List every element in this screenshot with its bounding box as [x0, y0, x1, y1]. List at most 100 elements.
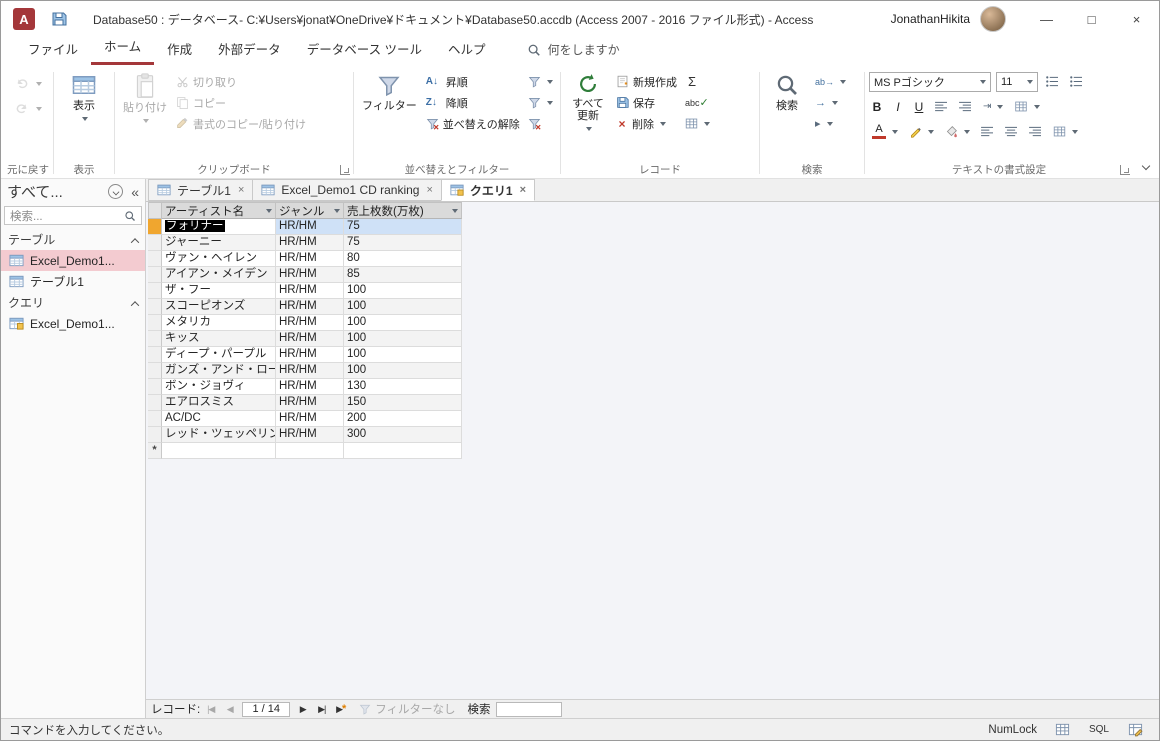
collapse-ribbon-button[interactable]	[1143, 158, 1149, 172]
avatar[interactable]	[980, 6, 1006, 32]
column-header-artist[interactable]: アーティスト名	[162, 202, 276, 219]
underline-button[interactable]: U	[911, 100, 927, 114]
table-cell[interactable]: 100	[344, 283, 462, 299]
record-selector[interactable]	[148, 267, 162, 283]
table-cell[interactable]: 85	[344, 267, 462, 283]
doc-tab-excel-demo1[interactable]: Excel_Demo1 CD ranking ×	[252, 179, 442, 201]
table-cell[interactable]: HR/HM	[276, 267, 344, 283]
tab-create[interactable]: 作成	[154, 35, 205, 65]
view-button[interactable]: 表示	[61, 69, 107, 122]
table-cell[interactable]: HR/HM	[276, 299, 344, 315]
table-cell[interactable]: ガンズ・アンド・ローゼズ	[162, 363, 276, 379]
record-selector[interactable]	[148, 395, 162, 411]
previous-record-button[interactable]: ◀	[221, 702, 238, 717]
font-name-combo[interactable]: MS Pゴシック	[869, 72, 991, 92]
align-center-button[interactable]	[1002, 121, 1021, 142]
tab-file[interactable]: ファイル	[15, 35, 91, 65]
last-record-button[interactable]: ▶|	[313, 702, 330, 717]
record-selector[interactable]	[148, 331, 162, 347]
table-cell[interactable]: フォリナー	[162, 219, 276, 235]
toggle-filter-button[interactable]	[525, 113, 556, 134]
highlight-color-button[interactable]	[906, 121, 937, 142]
column-header-genre[interactable]: ジャンル	[276, 202, 344, 219]
sort-descending-button[interactable]: Z↓ 降順	[423, 92, 523, 113]
table-cell[interactable]: 75	[344, 219, 462, 235]
cut-button[interactable]: 切り取り	[173, 71, 309, 92]
format-painter-button[interactable]: 書式のコピー/貼り付け	[173, 113, 309, 134]
sort-ascending-button[interactable]: A↓ 昇順	[423, 71, 523, 92]
spelling-button[interactable]: abc✓	[682, 92, 713, 113]
goto-button[interactable]: →	[812, 92, 849, 113]
find-button[interactable]: 検索	[764, 69, 810, 112]
nav-section-tables[interactable]: テーブル	[1, 229, 145, 250]
table-cell[interactable]: 100	[344, 299, 462, 315]
close-tab-icon[interactable]: ×	[426, 184, 432, 196]
table-cell[interactable]: 80	[344, 251, 462, 267]
record-selector[interactable]	[148, 427, 162, 443]
filter-status-button[interactable]: フィルターなし	[359, 701, 455, 717]
select-button[interactable]: ▸	[812, 113, 849, 134]
tab-external-data[interactable]: 外部データ	[205, 35, 294, 65]
table-cell[interactable]: レッド・ツェッペリン	[162, 427, 276, 443]
clipboard-dialog-launcher[interactable]	[340, 165, 350, 175]
tab-database-tools[interactable]: データベース ツール	[294, 35, 435, 65]
number-list-button[interactable]	[1067, 71, 1086, 92]
new-record-button[interactable]: 新規作成	[613, 71, 680, 92]
advanced-filter-button[interactable]	[525, 92, 556, 113]
record-selector[interactable]	[148, 299, 162, 315]
font-size-combo[interactable]: 11	[996, 72, 1038, 92]
decrease-indent-button[interactable]	[932, 96, 951, 117]
italic-button[interactable]: I	[890, 100, 906, 114]
nav-pane-title[interactable]: すべて...	[7, 181, 100, 202]
table-cell[interactable]	[344, 443, 462, 459]
redo-button[interactable]	[11, 98, 45, 119]
tell-me-search[interactable]: 何をしますか	[527, 41, 620, 65]
select-all-cell[interactable]	[148, 202, 162, 219]
table-cell[interactable]	[162, 443, 276, 459]
copy-button[interactable]: コピー	[173, 92, 309, 113]
align-left-button[interactable]	[978, 121, 997, 142]
table-cell[interactable]: 100	[344, 315, 462, 331]
nav-item-table1[interactable]: テーブル1	[1, 271, 145, 292]
table-cell[interactable]: HR/HM	[276, 235, 344, 251]
table-cell[interactable]: ディープ・パープル	[162, 347, 276, 363]
user-name[interactable]: JonathanHikita	[891, 12, 970, 26]
record-selector[interactable]	[148, 411, 162, 427]
record-selector[interactable]	[148, 219, 162, 235]
new-record-row[interactable]: *	[148, 443, 462, 459]
design-view-button[interactable]	[1125, 720, 1145, 740]
bullet-list-button[interactable]	[1043, 71, 1062, 92]
record-position-box[interactable]: 1 / 14	[242, 702, 290, 717]
selection-filter-button[interactable]	[525, 71, 556, 92]
record-selector[interactable]	[148, 363, 162, 379]
record-selector[interactable]	[148, 283, 162, 299]
table-cell[interactable]: 130	[344, 379, 462, 395]
undo-button[interactable]	[11, 73, 45, 94]
table-cell[interactable]: 200	[344, 411, 462, 427]
table-cell[interactable]: ザ・フー	[162, 283, 276, 299]
table-cell[interactable]: アイアン・メイデン	[162, 267, 276, 283]
table-cell[interactable]: HR/HM	[276, 331, 344, 347]
refresh-all-button[interactable]: すべて更新	[565, 69, 611, 132]
table-cell[interactable]: 75	[344, 235, 462, 251]
record-selector[interactable]	[148, 235, 162, 251]
more-records-button[interactable]	[682, 113, 713, 134]
save-record-button[interactable]: 保存	[613, 92, 680, 113]
font-color-button[interactable]: A	[869, 121, 901, 142]
table-cell[interactable]: 150	[344, 395, 462, 411]
first-record-button[interactable]: |◀	[202, 702, 219, 717]
datasheet-view-button[interactable]	[1053, 720, 1073, 740]
nav-pane-menu-icon[interactable]	[108, 184, 123, 199]
record-selector[interactable]	[148, 347, 162, 363]
replace-button[interactable]: ab→	[812, 71, 849, 92]
table-cell[interactable]: HR/HM	[276, 379, 344, 395]
close-tab-icon[interactable]: ×	[520, 184, 526, 196]
alternate-row-color-button[interactable]	[1050, 121, 1081, 142]
table-cell[interactable]: HR/HM	[276, 363, 344, 379]
clear-sort-button[interactable]: 並べ替えの解除	[423, 113, 523, 134]
table-cell[interactable]: 100	[344, 331, 462, 347]
format-dialog-launcher[interactable]	[1120, 165, 1130, 175]
doc-tab-table1[interactable]: テーブル1 ×	[148, 179, 253, 201]
close-tab-icon[interactable]: ×	[238, 184, 244, 196]
maximize-button[interactable]: □	[1069, 1, 1114, 37]
